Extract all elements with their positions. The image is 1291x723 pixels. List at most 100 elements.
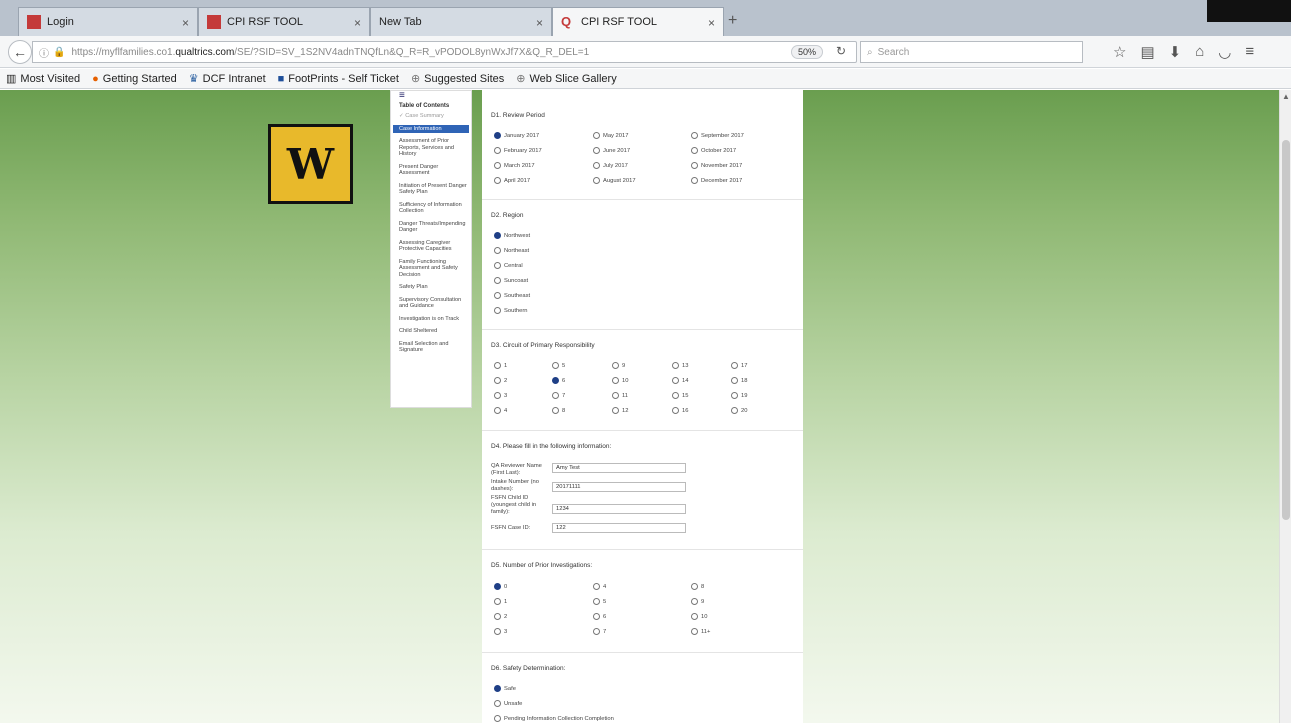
radio-option[interactable]: 2 xyxy=(494,377,507,384)
toc-item[interactable]: Email Selection and Signature xyxy=(393,340,469,355)
close-tab-icon[interactable]: × xyxy=(708,16,715,30)
radio-option[interactable]: 4 xyxy=(494,407,507,414)
radio-option[interactable]: Southern xyxy=(494,307,528,314)
radio-option[interactable]: 3 xyxy=(494,392,507,399)
toc-item[interactable]: Present Danger Assessment xyxy=(393,163,469,178)
radio-option[interactable]: 7 xyxy=(593,628,606,635)
bookmark-star-icon[interactable]: ☆ xyxy=(1113,43,1126,61)
fsfn-child-id-field[interactable]: 1234 xyxy=(552,504,686,514)
info-icon[interactable]: ⓘ xyxy=(39,45,49,60)
tab-new-tab[interactable]: New Tab × xyxy=(370,7,552,36)
radio-option[interactable]: Pending Information Collection Completio… xyxy=(494,715,614,722)
radio-option[interactable]: March 2017 xyxy=(494,162,535,169)
close-tab-icon[interactable]: × xyxy=(354,16,361,30)
radio-option[interactable]: 6 xyxy=(552,377,565,384)
radio-option[interactable]: October 2017 xyxy=(691,147,736,154)
radio-option[interactable]: 2 xyxy=(494,613,507,620)
toc-item[interactable]: Supervisory Consultation and Guidance xyxy=(393,296,469,311)
radio-option[interactable]: 16 xyxy=(672,407,688,414)
bookmark-footprints[interactable]: ■ FootPrints - Self Ticket xyxy=(278,73,399,85)
radio-option[interactable]: 18 xyxy=(731,377,747,384)
radio-option[interactable]: 11+ xyxy=(691,628,710,635)
radio-option[interactable]: 6 xyxy=(593,613,606,620)
toc-item[interactable]: Safety Plan xyxy=(393,283,469,292)
menu-icon[interactable]: ≡ xyxy=(1245,43,1254,61)
toc-item[interactable]: Sufficiency of Information Collection xyxy=(393,201,469,216)
radio-option[interactable]: 9 xyxy=(691,598,704,605)
toc-item[interactable]: Investigation is on Track xyxy=(393,315,469,324)
radio-option[interactable]: 10 xyxy=(691,613,707,620)
radio-option[interactable]: Northwest xyxy=(494,232,530,239)
toc-menu-icon[interactable]: ≡ xyxy=(399,91,469,101)
radio-option[interactable]: 7 xyxy=(552,392,565,399)
radio-option[interactable]: July 2017 xyxy=(593,162,628,169)
tab-cpi-rsf-tool-1[interactable]: CPI RSF TOOL × xyxy=(198,7,370,36)
window-controls[interactable] xyxy=(1207,0,1291,22)
radio-option[interactable]: August 2017 xyxy=(593,177,636,184)
url-bar[interactable]: ⓘ 🔒 https://myflfamilies.co1. qualtrics.c… xyxy=(32,41,857,63)
home-icon[interactable]: ⌂ xyxy=(1195,43,1204,61)
zoom-indicator[interactable]: 50% xyxy=(791,45,824,59)
radio-option[interactable]: Safe xyxy=(494,685,516,692)
reading-list-icon[interactable]: ▤ xyxy=(1140,43,1154,61)
tab-cpi-rsf-tool-active[interactable]: Q CPI RSF TOOL × xyxy=(552,7,724,36)
toc-item[interactable]: Danger Threats/Impending Danger xyxy=(393,220,469,235)
fsfn-case-id-field[interactable]: 122 xyxy=(552,523,686,533)
search-bar[interactable]: ⌕ Search xyxy=(860,41,1083,63)
radio-option[interactable]: November 2017 xyxy=(691,162,742,169)
radio-option[interactable]: 4 xyxy=(593,583,606,590)
radio-option[interactable]: 10 xyxy=(612,377,628,384)
toc-item[interactable]: ✓ Case Summary xyxy=(393,112,469,121)
radio-option[interactable]: 15 xyxy=(672,392,688,399)
radio-option[interactable]: September 2017 xyxy=(691,132,744,139)
radio-option[interactable]: 8 xyxy=(552,407,565,414)
radio-option[interactable]: 17 xyxy=(731,362,747,369)
toc-item[interactable]: Assessment of Prior Reports, Services an… xyxy=(393,137,469,159)
close-tab-icon[interactable]: × xyxy=(536,16,543,30)
radio-option[interactable]: 3 xyxy=(494,628,507,635)
radio-option[interactable]: Suncoast xyxy=(494,277,528,284)
toc-item-active[interactable]: Case Information xyxy=(393,124,469,133)
radio-option[interactable]: 5 xyxy=(593,598,606,605)
qa-reviewer-name-field[interactable]: Amy Test xyxy=(552,463,686,473)
toc-item[interactable]: Child Sheltered xyxy=(393,327,469,336)
intake-number-field[interactable]: 20171111 xyxy=(552,482,686,492)
radio-option[interactable]: 9 xyxy=(612,362,625,369)
radio-option[interactable]: Northeast xyxy=(494,247,529,254)
scroll-up-icon[interactable]: ▲ xyxy=(1282,92,1290,101)
new-tab-button[interactable]: + xyxy=(728,12,737,30)
radio-option[interactable]: June 2017 xyxy=(593,147,630,154)
tab-login[interactable]: Login × xyxy=(18,7,198,36)
radio-option[interactable]: January 2017 xyxy=(494,132,539,139)
pocket-icon[interactable]: ◡ xyxy=(1218,43,1231,61)
radio-option[interactable]: 19 xyxy=(731,392,747,399)
back-button[interactable]: ← xyxy=(8,40,32,64)
radio-option[interactable]: Unsafe xyxy=(494,700,522,707)
radio-option[interactable]: 1 xyxy=(494,362,507,369)
download-icon[interactable]: ⬇ xyxy=(1169,43,1182,61)
page-scrollbar[interactable]: ▲ xyxy=(1279,90,1291,723)
bookmark-suggested-sites[interactable]: ⊕ Suggested Sites xyxy=(411,72,504,86)
radio-option[interactable]: 12 xyxy=(612,407,628,414)
radio-option[interactable]: 11 xyxy=(612,392,628,399)
radio-option[interactable]: 13 xyxy=(672,362,688,369)
radio-option[interactable]: 8 xyxy=(691,583,704,590)
scrollbar-thumb[interactable] xyxy=(1282,140,1290,520)
radio-option[interactable]: February 2017 xyxy=(494,147,542,154)
radio-option[interactable]: April 2017 xyxy=(494,177,530,184)
reload-icon[interactable]: ↻ xyxy=(836,44,846,58)
radio-option[interactable]: 20 xyxy=(731,407,747,414)
radio-option[interactable]: 1 xyxy=(494,598,507,605)
radio-option[interactable]: May 2017 xyxy=(593,132,628,139)
toc-item[interactable]: Initiation of Present Danger Safety Plan xyxy=(393,182,469,197)
bookmark-dcf-intranet[interactable]: ♛ DCF Intranet xyxy=(189,72,266,86)
radio-option[interactable]: December 2017 xyxy=(691,177,742,184)
radio-option[interactable]: 0 xyxy=(494,583,507,590)
toc-item[interactable]: Assessing Caregiver Protective Capacitie… xyxy=(393,239,469,254)
radio-option[interactable]: 14 xyxy=(672,377,688,384)
bookmark-web-slice-gallery[interactable]: ⊕ Web Slice Gallery xyxy=(516,72,616,86)
bookmark-most-visited[interactable]: ▥ Most Visited xyxy=(6,72,80,86)
radio-option[interactable]: Central xyxy=(494,262,523,269)
radio-option[interactable]: 5 xyxy=(552,362,565,369)
radio-option[interactable]: Southeast xyxy=(494,292,530,299)
